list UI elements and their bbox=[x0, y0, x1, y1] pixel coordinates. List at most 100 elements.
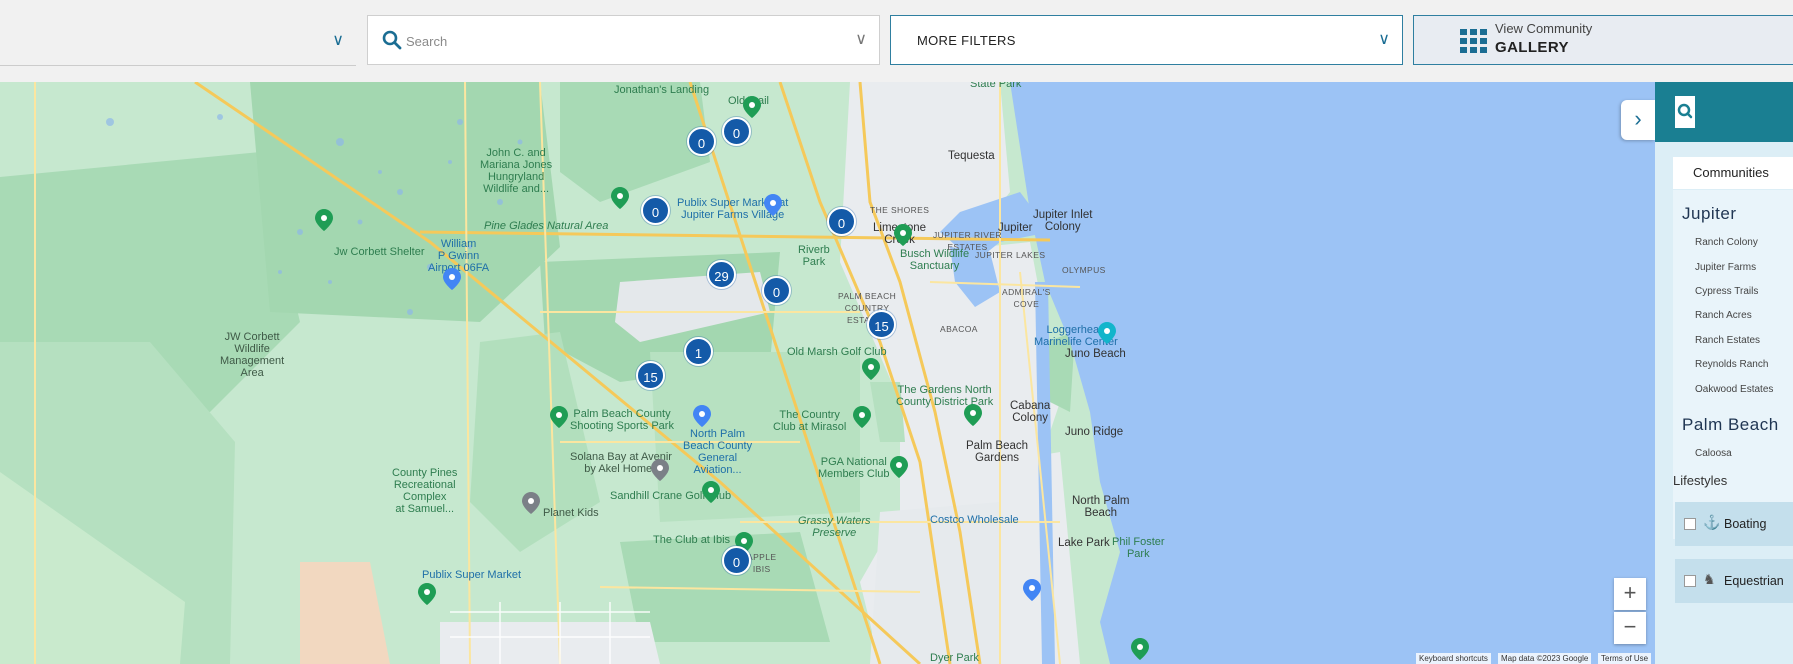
map-label: John C. and Mariana Jones Hungryland Wil… bbox=[480, 147, 553, 195]
map-label: JUPITER LAKES bbox=[975, 250, 1046, 260]
airport-pin-icon[interactable] bbox=[443, 268, 461, 290]
zoom-out-button[interactable]: − bbox=[1614, 612, 1646, 644]
golf-pin-icon[interactable] bbox=[743, 96, 761, 118]
map-label: Juno Beach bbox=[1065, 348, 1126, 360]
community-cluster-marker[interactable]: 0 bbox=[687, 127, 716, 156]
chevron-down-icon[interactable]: ∨ bbox=[855, 29, 867, 49]
community-cluster-marker[interactable]: 0 bbox=[641, 196, 670, 225]
map-label: PGA National Members Club bbox=[818, 456, 890, 480]
gallery-title: GALLERY bbox=[1495, 39, 1569, 56]
search-box[interactable]: Search ∨ bbox=[367, 15, 880, 65]
community-item[interactable]: Ranch Acres bbox=[1695, 310, 1752, 321]
expand-panel-button[interactable]: › bbox=[1621, 100, 1655, 140]
view-gallery-button[interactable]: View Community GALLERY bbox=[1413, 15, 1793, 65]
map-canvas[interactable]: Jonathan's Landing Old Trail State Park … bbox=[0, 82, 1655, 664]
map-label: APPLE IBIS bbox=[747, 552, 777, 574]
community-cluster-marker[interactable]: 1 bbox=[684, 337, 713, 366]
panel-header bbox=[1655, 82, 1793, 142]
shopping-pin-icon[interactable] bbox=[1023, 579, 1041, 601]
map-label: Jonathan's Landing bbox=[614, 84, 710, 96]
park-pin-icon[interactable] bbox=[1131, 638, 1149, 660]
community-item[interactable]: Oakwood Estates bbox=[1695, 384, 1773, 395]
community-cluster-marker[interactable]: 0 bbox=[762, 276, 791, 305]
boating-checkbox[interactable] bbox=[1684, 518, 1696, 530]
map-label: Pine Glades Natural Area bbox=[484, 220, 609, 232]
park-pin-icon[interactable] bbox=[611, 187, 629, 209]
park-pin-icon[interactable] bbox=[964, 404, 982, 426]
community-item[interactable]: Jupiter Farms bbox=[1695, 262, 1756, 273]
search-input[interactable]: Search bbox=[406, 34, 447, 49]
lifestyle-option-label: Boating bbox=[1724, 517, 1767, 531]
gallery-subtitle: View Community bbox=[1495, 21, 1593, 36]
search-icon bbox=[1677, 103, 1693, 119]
map-label: Jupiter bbox=[998, 222, 1033, 234]
filter-toolbar: ∨ Search ∨ MORE FILTERS ∨ View Community… bbox=[0, 0, 1793, 82]
keyboard-shortcuts-link[interactable]: Keyboard shortcuts bbox=[1416, 653, 1491, 664]
community-cluster-marker[interactable]: 0 bbox=[722, 546, 751, 575]
community-side-panel: Communities Jupiter Ranch Colony Jupiter… bbox=[1655, 82, 1793, 664]
location-dropdown[interactable]: ∨ bbox=[0, 14, 356, 66]
tab-communities[interactable]: Communities bbox=[1673, 157, 1793, 189]
terms-of-use-link[interactable]: Terms of Use bbox=[1598, 653, 1652, 664]
map-label: Dyer Park bbox=[930, 652, 979, 664]
more-filters-dropdown[interactable]: MORE FILTERS ∨ bbox=[890, 15, 1403, 65]
anchor-icon: ⚓ bbox=[1703, 514, 1721, 530]
place-pin-icon[interactable] bbox=[522, 492, 540, 514]
lifestyle-option-boating[interactable]: ⚓ Boating bbox=[1675, 502, 1793, 546]
airport-pin-icon[interactable] bbox=[693, 405, 711, 427]
community-cluster-marker[interactable]: 15 bbox=[867, 310, 896, 339]
golf-pin-icon[interactable] bbox=[853, 406, 871, 428]
place-pin-icon[interactable] bbox=[651, 459, 669, 481]
map-label: Jw Corbett Shelter bbox=[334, 246, 425, 258]
shopping-pin-icon[interactable] bbox=[764, 194, 782, 216]
community-item[interactable]: Caloosa bbox=[1695, 448, 1732, 457]
map-label: JW Corbett Wildlife Management Area bbox=[220, 331, 285, 379]
map-label: State Park bbox=[970, 82, 1022, 90]
map-label: Busch Wildlife Sanctuary bbox=[900, 248, 970, 272]
community-item[interactable]: Reynolds Ranch bbox=[1695, 359, 1768, 370]
golf-pin-icon[interactable] bbox=[862, 358, 880, 380]
map-label: OLYMPUS bbox=[1062, 265, 1106, 275]
map-label: Grassy Waters Preserve bbox=[798, 515, 871, 539]
chevron-down-icon: ∨ bbox=[1378, 31, 1390, 48]
community-item[interactable]: Ranch Estates bbox=[1695, 335, 1760, 346]
community-item[interactable]: Cypress Trails bbox=[1695, 286, 1758, 297]
museum-pin-icon[interactable] bbox=[1098, 322, 1116, 344]
community-cluster-marker[interactable]: 0 bbox=[722, 117, 751, 146]
area-heading-palm-beach: Palm Beach bbox=[1682, 415, 1779, 434]
equestrian-checkbox[interactable] bbox=[1684, 575, 1696, 587]
lifestyle-option-label: Equestrian bbox=[1724, 574, 1784, 588]
community-cluster-marker[interactable]: 29 bbox=[707, 260, 736, 289]
map-label: Old Marsh Golf Club bbox=[787, 346, 887, 358]
golf-pin-icon[interactable] bbox=[702, 481, 720, 503]
park-pin-icon[interactable] bbox=[315, 209, 333, 231]
lifestyle-option-equestrian[interactable]: ♞ Equestrian bbox=[1675, 559, 1793, 603]
map-label: North Palm Beach County General Aviation… bbox=[683, 428, 753, 476]
park-pin-icon[interactable] bbox=[418, 583, 436, 605]
community-cluster-marker[interactable]: 0 bbox=[827, 207, 856, 236]
map-label: ADMIRAL'S COVE bbox=[1002, 287, 1051, 309]
chevron-down-icon: ∨ bbox=[332, 32, 344, 49]
grid-icon bbox=[1460, 29, 1487, 53]
map-label: Lake Park bbox=[1058, 537, 1110, 549]
map-data-attribution: Map data ©2023 Google bbox=[1498, 653, 1592, 664]
map-label: The Country Club at Mirasol bbox=[773, 409, 847, 433]
park-pin-icon[interactable] bbox=[894, 224, 912, 246]
park-pin-icon[interactable] bbox=[550, 406, 568, 428]
community-cluster-marker[interactable]: 15 bbox=[636, 361, 665, 390]
map-label: Juno Ridge bbox=[1065, 426, 1124, 438]
golf-pin-icon[interactable] bbox=[890, 456, 908, 478]
area-heading-jupiter: Jupiter bbox=[1682, 204, 1737, 223]
map-label: Tequesta bbox=[948, 150, 995, 162]
community-item[interactable]: Ranch Colony bbox=[1695, 237, 1758, 248]
panel-search-button[interactable] bbox=[1675, 96, 1695, 128]
map-label: North Palm Beach bbox=[1072, 495, 1130, 519]
map-label: Planet Kids bbox=[543, 507, 599, 519]
chevron-right-icon: › bbox=[1634, 106, 1642, 131]
map-label: Costco Wholesale bbox=[930, 514, 1019, 526]
search-icon bbox=[382, 30, 402, 50]
map-label: Riverb Park bbox=[798, 244, 830, 268]
map-label: Palm Beach County Shooting Sports Park bbox=[570, 408, 674, 432]
map-label: Phil Foster Park bbox=[1112, 536, 1165, 560]
zoom-in-button[interactable]: + bbox=[1614, 578, 1646, 610]
